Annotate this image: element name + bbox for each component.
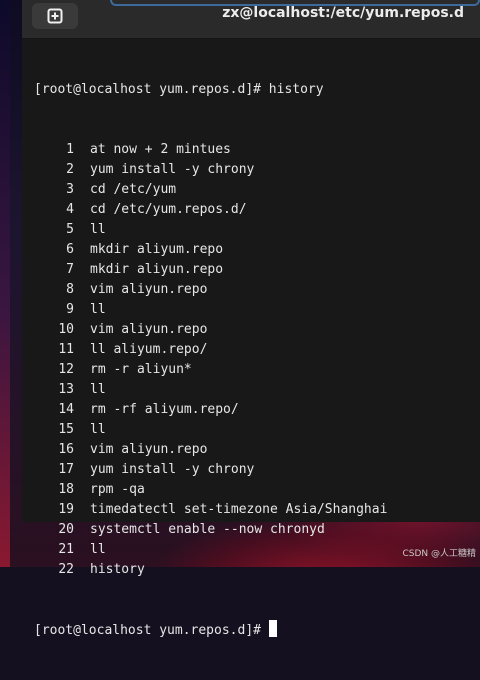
- terminal-window[interactable]: zx@localhost:/etc/yum.repos.d [root@loca…: [22, 0, 480, 638]
- history-entry-command: ll: [90, 422, 106, 437]
- history-entry-number: 10: [58, 322, 74, 337]
- history-entry-command: mkdir aliyun.repo: [90, 262, 224, 277]
- history-entry-number: 4: [66, 202, 74, 217]
- history-entry-command: ll: [90, 222, 106, 237]
- history-entry-command: at now + 2 mintues: [90, 142, 231, 157]
- terminal-headerbar[interactable]: zx@localhost:/etc/yum.repos.d: [22, 0, 480, 39]
- history-entry: 13 ll: [34, 380, 474, 400]
- history-entry: 14 rm -rf aliyum.repo/: [34, 400, 474, 420]
- history-entry: 18 rpm -qa: [34, 480, 474, 500]
- history-entry-number: 20: [58, 522, 74, 537]
- history-entry-command: yum install -y chrony: [90, 462, 255, 477]
- prompt-text: [root@localhost yum.repos.d]#: [34, 623, 261, 638]
- history-entry-number: 17: [58, 462, 74, 477]
- history-entry-command: cd /etc/yum: [90, 182, 177, 197]
- history-entry-number: 3: [66, 182, 74, 197]
- history-entry-number: 6: [66, 242, 74, 257]
- plus-square-icon: [47, 8, 63, 24]
- history-entry-number: 12: [58, 362, 74, 377]
- history-entry: 5 ll: [34, 220, 474, 240]
- history-entry-number: 22: [58, 562, 74, 577]
- history-list: 1 at now + 2 mintues 2 yum install -y chron…: [34, 140, 474, 580]
- history-entry: 20 systemctl enable --now chronyd: [34, 520, 474, 540]
- history-entry-command: ll: [90, 302, 106, 317]
- history-entry-command: vim aliyun.repo: [90, 442, 208, 457]
- history-entry-number: 7: [66, 262, 74, 277]
- history-entry-number: 19: [58, 502, 74, 517]
- history-entry-number: 16: [58, 442, 74, 457]
- history-entry: 22 history: [34, 560, 474, 580]
- text-cursor: [268, 620, 277, 637]
- history-entry-number: 11: [58, 342, 74, 357]
- history-entry: 12 rm -r aliyun*: [34, 360, 474, 380]
- history-entry: 16 vim aliyun.repo: [34, 440, 474, 460]
- history-entry-command: rm -r aliyun*: [90, 362, 192, 377]
- history-entry: 3 cd /etc/yum: [34, 180, 474, 200]
- history-entry-number: 2: [66, 162, 74, 177]
- terminal-output[interactable]: [root@localhost yum.repos.d]# history 1 a…: [34, 40, 474, 680]
- history-entry-number: 1: [66, 142, 74, 157]
- history-entry-command: ll aliyum.repo/: [90, 342, 208, 357]
- history-entry-command: yum install -y chrony: [90, 162, 255, 177]
- history-entry-command: history: [90, 562, 145, 577]
- window-title: zx@localhost:/etc/yum.repos.d: [222, 5, 464, 21]
- history-entry: 9 ll: [34, 300, 474, 320]
- history-entry-number: 14: [58, 402, 74, 417]
- history-entry: 7 mkdir aliyun.repo: [34, 260, 474, 280]
- history-entry-number: 15: [58, 422, 74, 437]
- history-entry-number: 21: [58, 542, 74, 557]
- new-tab-button[interactable]: [32, 3, 78, 29]
- history-entry: 11 ll aliyum.repo/: [34, 340, 474, 360]
- history-entry: 15 ll: [34, 420, 474, 440]
- history-entry: 17 yum install -y chrony: [34, 460, 474, 480]
- history-entry: 6 mkdir aliyum.repo: [34, 240, 474, 260]
- history-entry-number: 8: [66, 282, 74, 297]
- desktop-edge: [0, 0, 10, 567]
- history-entry: 19 timedatectl set-timezone Asia/Shanghai: [34, 500, 474, 520]
- history-entry-command: systemctl enable --now chronyd: [90, 522, 325, 537]
- history-entry-number: 18: [58, 482, 74, 497]
- prompt-line: [root@localhost yum.repos.d]# history: [34, 82, 324, 97]
- active-prompt-line[interactable]: [root@localhost yum.repos.d]#: [34, 620, 474, 640]
- history-entry-command: ll: [90, 382, 106, 397]
- history-entry-command: cd /etc/yum.repos.d/: [90, 202, 247, 217]
- history-entry-command: rm -rf aliyum.repo/: [90, 402, 239, 417]
- history-entry: 8 vim aliyun.repo: [34, 280, 474, 300]
- history-entry-number: 9: [66, 302, 74, 317]
- history-entry-command: vim aliyun.repo: [90, 282, 208, 297]
- history-entry: 10 vim aliyun.repo: [34, 320, 474, 340]
- history-entry-command: vim aliyun.repo: [90, 322, 208, 337]
- history-entry-command: rpm -qa: [90, 482, 145, 497]
- history-entry-command: timedatectl set-timezone Asia/Shanghai: [90, 502, 388, 517]
- history-entry-number: 5: [66, 222, 74, 237]
- history-entry-command: mkdir aliyum.repo: [90, 242, 224, 257]
- history-entry: 2 yum install -y chrony: [34, 160, 474, 180]
- history-entry: 4 cd /etc/yum.repos.d/: [34, 200, 474, 220]
- history-entry-number: 13: [58, 382, 74, 397]
- history-entry: 1 at now + 2 mintues: [34, 140, 474, 160]
- watermark: CSDN @人工糖精: [402, 549, 476, 559]
- history-entry-command: ll: [90, 542, 106, 557]
